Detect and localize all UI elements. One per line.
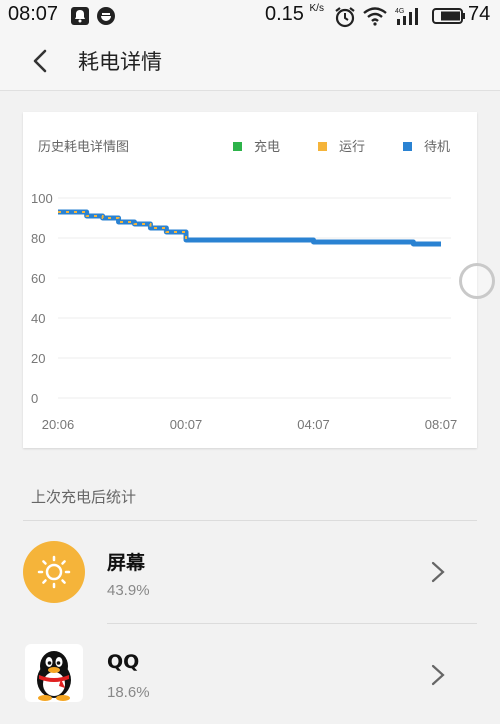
chevron-right-icon [431, 664, 445, 686]
series-line [58, 209, 441, 247]
floating-drag-handle[interactable] [459, 263, 495, 299]
chevron-right-icon [431, 561, 445, 583]
y-tick-label: 100 [31, 191, 53, 206]
y-tick-label: 20 [31, 351, 45, 366]
usage-item-percent: 43.9% [107, 582, 150, 599]
network-speed: 0.15 K/s [265, 3, 324, 25]
wifi-icon [363, 7, 387, 26]
section-label: 上次充电后统计 [31, 488, 137, 506]
notification-app-icon [71, 7, 89, 25]
y-tick-label: 0 [31, 391, 38, 406]
battery-level: 74 [468, 3, 491, 25]
qq-penguin-icon [25, 644, 83, 702]
page-title: 耗电详情 [78, 50, 162, 74]
y-tick-label: 60 [31, 271, 45, 286]
battery-icon [432, 8, 465, 24]
section-divider [23, 520, 477, 521]
status-time: 08:07 [8, 3, 59, 25]
y-tick-label: 40 [31, 311, 45, 326]
x-tick-label: 00:07 [170, 417, 203, 432]
x-tick-label: 08:07 [425, 417, 458, 432]
list-item-screen[interactable]: 屏幕 43.9% [0, 522, 500, 622]
usage-item-name: 屏幕 [107, 552, 146, 574]
usage-item-percent: 18.6% [107, 684, 150, 701]
svg-text:4G: 4G [395, 8, 404, 15]
signal-4g-icon: 4G [395, 8, 418, 25]
x-tick-label: 04:07 [297, 417, 330, 432]
usage-item-name: QQ [107, 651, 140, 673]
y-tick-label: 80 [31, 231, 45, 246]
x-tick-label: 20:06 [42, 417, 75, 432]
battery-history-chart-card: 历史耗电详情图 充电 运行 待机 0 20 40 60 80 100 20:06 00:07 0… [23, 112, 477, 448]
list-item-qq[interactable]: QQ 18.6% [0, 624, 500, 724]
sync-app-icon [97, 7, 115, 25]
back-arrow-icon[interactable] [26, 46, 56, 76]
battery-line-chart: 0 20 40 60 80 100 20:06 00:07 04:07 08:07 [31, 191, 458, 432]
sun-icon [23, 541, 85, 603]
app-bar: 耗电详情 [0, 32, 500, 91]
status-bar: 08:07 0.15 K/s 4G 74 [0, 0, 500, 32]
alarm-icon [335, 7, 355, 28]
